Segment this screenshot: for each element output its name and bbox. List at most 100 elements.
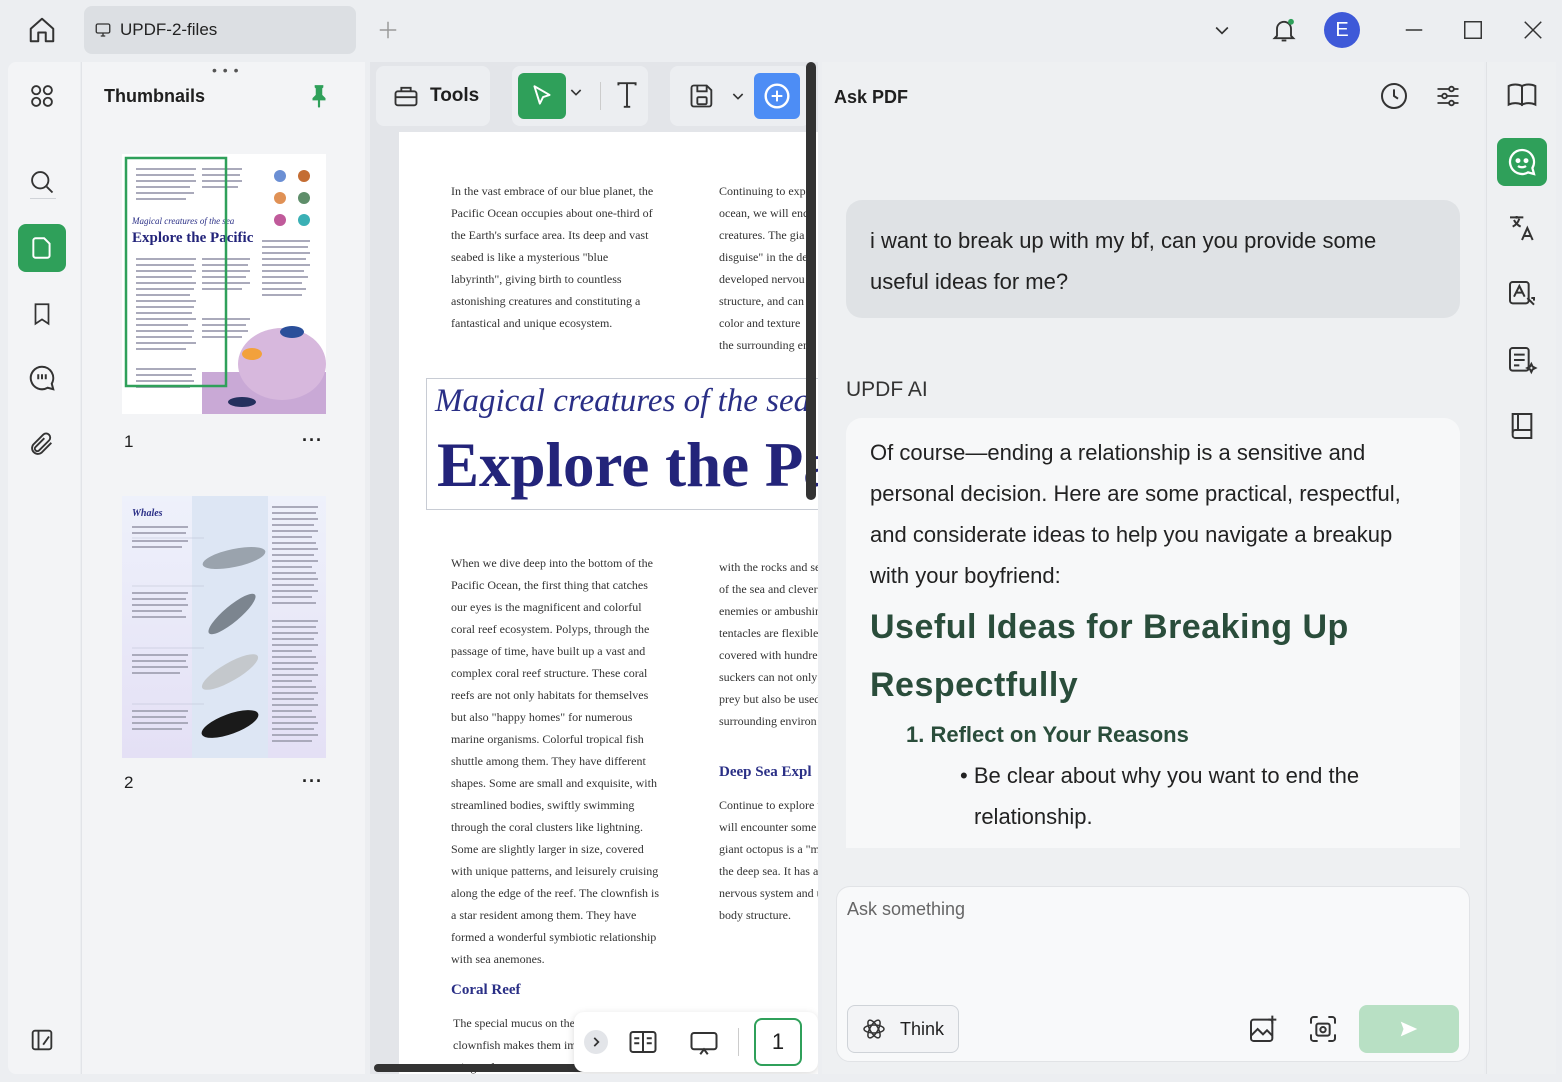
text-tool-icon[interactable] [614, 80, 640, 115]
maximize-icon[interactable] [1453, 10, 1493, 50]
avatar[interactable]: E [1322, 10, 1362, 50]
drag-handle[interactable]: • • • [212, 62, 239, 78]
save-tools-group [670, 66, 810, 126]
ask-input[interactable] [847, 899, 1447, 979]
page-icon[interactable] [18, 224, 66, 272]
comment-icon[interactable] [18, 354, 66, 402]
text-line: body structure. [719, 908, 791, 922]
translate-icon[interactable] [1497, 204, 1547, 252]
atom-icon [863, 1019, 885, 1039]
ai-assistant-button[interactable] [754, 73, 800, 119]
text-line: streamlined bodies, swiftly swimming [451, 798, 635, 812]
title-banner: Magical creatures of the sea Explore the… [426, 378, 818, 510]
section-heading-coral-reef: Coral Reef [451, 982, 521, 998]
document-toolbar: Tools [370, 62, 818, 132]
monitor-icon [95, 23, 111, 37]
text-line: shuttle among them. They have different [451, 754, 646, 768]
text-line: tentacles are flexible [719, 626, 818, 640]
page-thumbnail-1[interactable]: Magical creatures of the sea Explore the… [122, 154, 326, 414]
ai-chat-icon[interactable] [1497, 138, 1547, 186]
text-line: the deep sea. It has a [719, 864, 818, 878]
save-icon[interactable] [688, 81, 716, 116]
thumbnail-more-button[interactable]: ··· [302, 771, 323, 792]
page-thumbnail-2[interactable]: Whales [122, 496, 326, 758]
select-cursor-button[interactable] [518, 73, 566, 119]
think-label: Think [900, 1018, 945, 1039]
document-viewer: Tools In the vast embrace of our blue pl… [370, 62, 818, 1074]
svg-text:Magical creatures of the sea: Magical creatures of the sea [131, 216, 235, 226]
image-upload-icon[interactable] [1245, 1011, 1281, 1047]
title-bar: UPDF-2-files E [0, 0, 1562, 60]
text-line: enemies or ambushin [719, 604, 818, 618]
text-line: complex coral reef structure. These cora… [451, 666, 648, 680]
selection-tools-group [512, 66, 648, 126]
cursor-icon [533, 85, 551, 105]
screenshot-icon[interactable] [1305, 1011, 1341, 1047]
settings-sliders-icon[interactable] [1428, 76, 1468, 116]
send-button[interactable] [1359, 1005, 1459, 1053]
text-line: prey but also be used [719, 692, 818, 706]
page-number-input[interactable]: 1 [754, 1018, 802, 1066]
tools-label: Tools [430, 85, 480, 106]
grid-icon[interactable] [18, 72, 66, 120]
chevron-down-icon[interactable] [568, 84, 584, 105]
ocr-icon[interactable] [1497, 270, 1547, 318]
page-navigation-bar: 1 [574, 1012, 818, 1072]
plus-icon[interactable] [374, 16, 402, 44]
tools-button[interactable]: Tools [376, 66, 490, 126]
thumbnail-more-button[interactable]: ··· [302, 430, 323, 451]
bell-icon[interactable] [1264, 10, 1304, 50]
text-line: Continue to explore t [719, 798, 818, 812]
text-line: our eyes is the magnificent and colorful [451, 600, 642, 614]
chevron-down-icon[interactable] [1202, 10, 1242, 50]
document-tab[interactable]: UPDF-2-files [84, 6, 356, 54]
text-line: the Earth's surface area. Its deep and v… [451, 228, 649, 242]
divider [738, 1028, 739, 1056]
ask-input-container: Think [836, 886, 1470, 1062]
reading-mode-icon[interactable] [628, 1028, 658, 1061]
text-line: When we dive deep into the bottom of the [451, 556, 653, 570]
minimize-icon[interactable] [1394, 10, 1434, 50]
text-line: along the edge of the reef. The clownfis… [451, 886, 660, 900]
text-line: Pacific Ocean, the first thing that catc… [451, 578, 648, 592]
text-line: passage of time, have built up a vast an… [451, 644, 646, 658]
book-sparkle-icon[interactable] [1497, 70, 1547, 118]
close-icon[interactable] [1513, 10, 1553, 50]
right-toolbar [1486, 62, 1556, 1074]
section-heading-deep-sea: Deep Sea Expl [719, 764, 812, 780]
bookmark-icon[interactable] [18, 290, 66, 338]
text-line: of the sea and clever [719, 582, 818, 596]
left-toolbar [8, 62, 80, 1074]
attachment-icon[interactable] [18, 420, 66, 468]
chevron-right-icon[interactable] [584, 1030, 608, 1054]
search-icon[interactable] [18, 158, 66, 206]
vertical-scrollbar[interactable] [806, 62, 816, 500]
text-line: surrounding environ [719, 714, 817, 728]
ai-response: Of course—ending a relationship is a sen… [846, 418, 1460, 848]
pin-icon[interactable] [306, 82, 332, 115]
home-icon[interactable] [22, 12, 62, 48]
chevron-down-icon[interactable] [730, 88, 746, 109]
text-line: creatures. The gia [719, 228, 805, 242]
text-line: developed nervou [719, 272, 805, 286]
text-line: Some are slightly larger in size, covere… [451, 842, 644, 856]
sidebar-toggle-icon[interactable] [18, 1016, 66, 1064]
thumbnail-page-number: 2 [124, 773, 134, 792]
text-line: giant octopus is a "m [719, 842, 818, 856]
book-icon[interactable] [1497, 402, 1547, 450]
text-line: suckers can not only [719, 670, 818, 684]
horizontal-scrollbar[interactable] [374, 1064, 588, 1072]
text-line: disguise" in the de [719, 250, 808, 264]
text-line: Pacific Ocean occupies about one-third o… [451, 206, 653, 220]
banner-subtitle: Magical creatures of the sea [435, 383, 811, 419]
svg-text:Explore the Pacific: Explore the Pacific [132, 230, 254, 246]
history-icon[interactable] [1374, 76, 1414, 116]
text-line: through the coral clusters like lightnin… [451, 820, 643, 834]
presentation-icon[interactable] [688, 1028, 720, 1063]
text-line: clownfish makes them im [453, 1038, 577, 1052]
pdf-page[interactable]: In the vast embrace of our blue planet, … [399, 132, 818, 1074]
think-button[interactable]: Think [847, 1005, 959, 1053]
banner-title: Explore the Pacific [437, 430, 818, 500]
text-line: with unique patterns, and leisurely crui… [451, 864, 659, 878]
summarize-icon[interactable] [1497, 336, 1547, 384]
